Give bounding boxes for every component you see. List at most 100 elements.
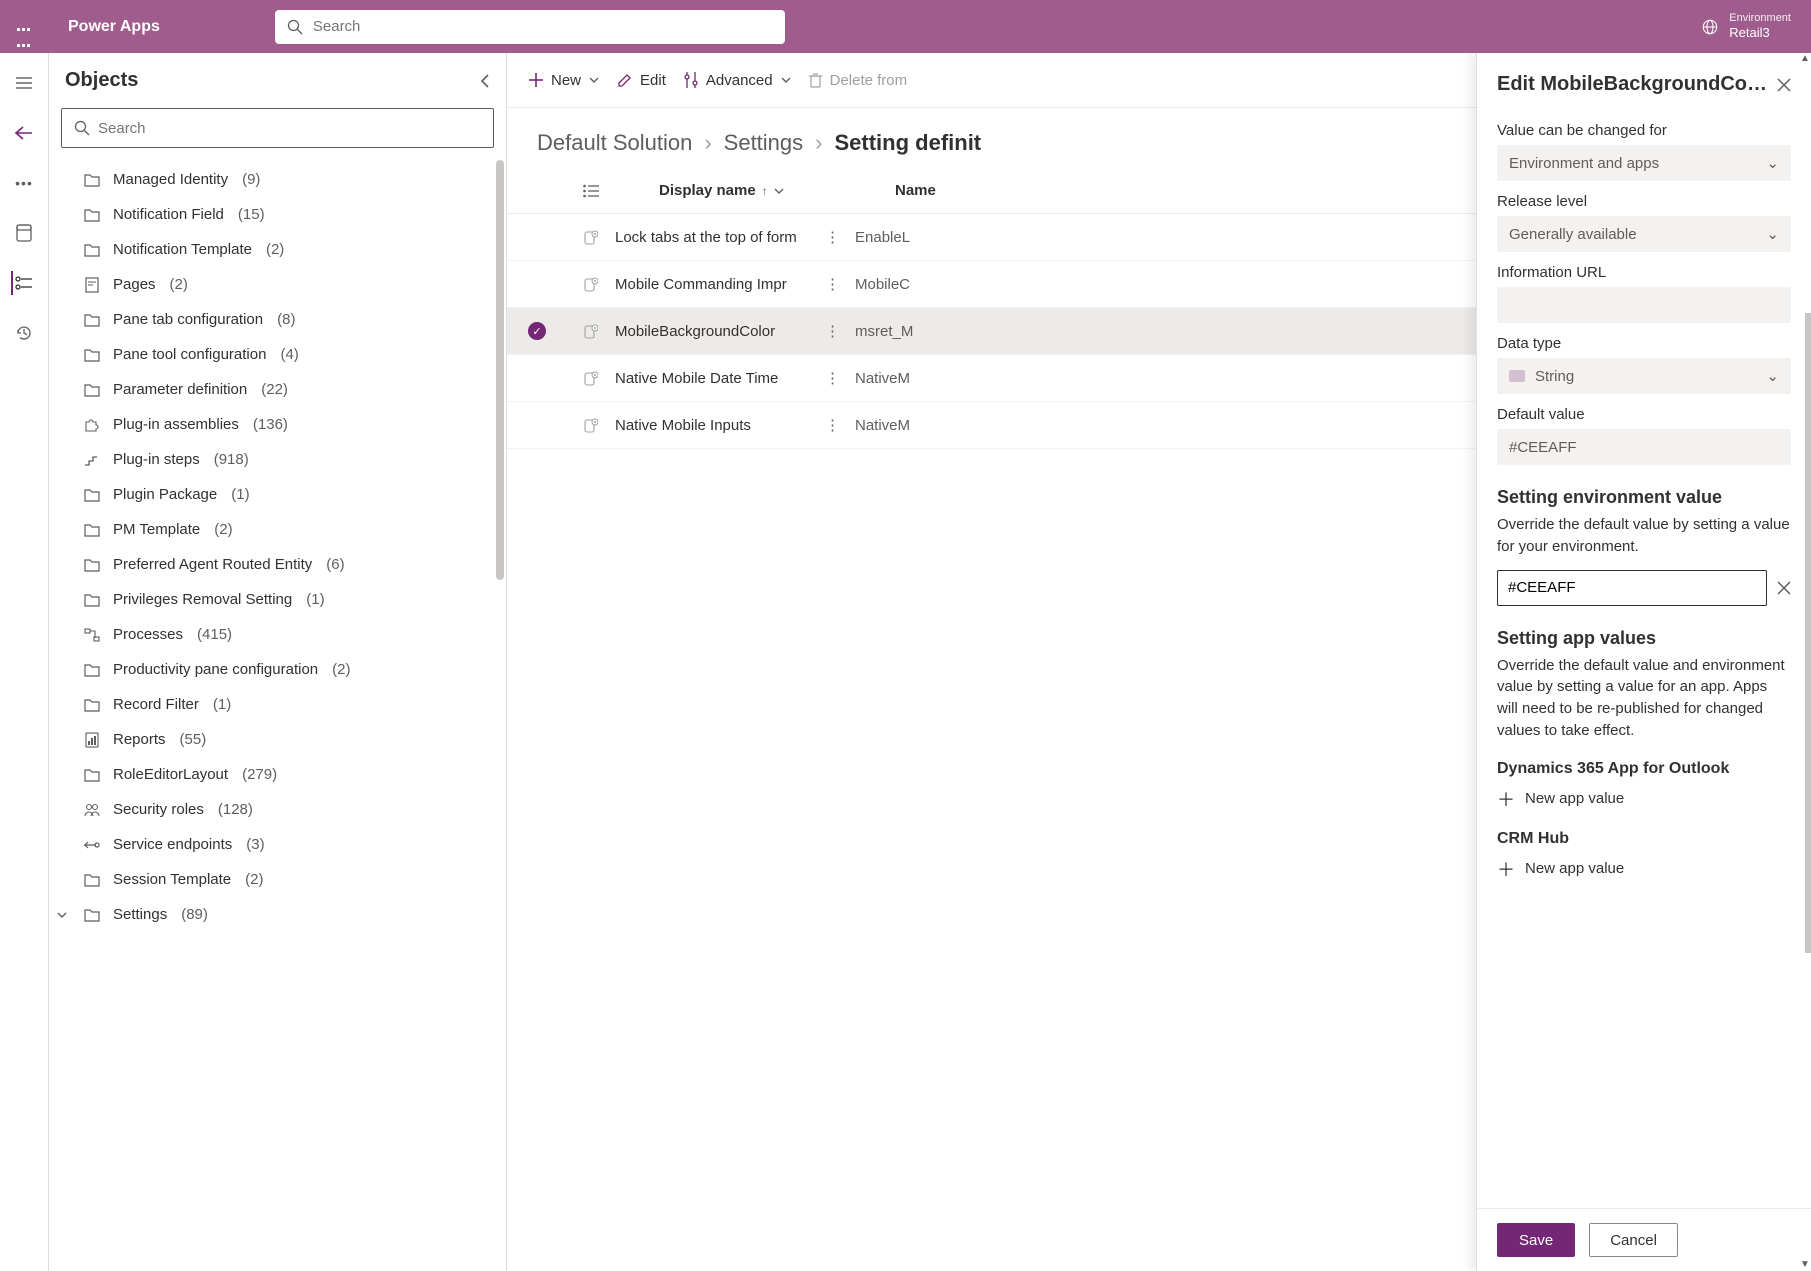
rail-objects[interactable]	[11, 271, 35, 295]
tree-item[interactable]: Plug-in steps (918)	[79, 442, 502, 477]
puzzle-icon	[83, 417, 101, 433]
edit-button[interactable]: Edit	[617, 72, 666, 89]
plus-icon	[529, 73, 543, 87]
tree-item-count: (136)	[253, 416, 288, 433]
tree-item[interactable]: Pages (2)	[79, 267, 502, 302]
drawer-scrollbar[interactable]	[1805, 313, 1811, 953]
tree-item[interactable]: Service endpoints (3)	[79, 827, 502, 862]
new-button[interactable]: New	[529, 72, 599, 89]
tree-item[interactable]: Managed Identity (9)	[79, 162, 502, 197]
tree-item-label: Notification Field	[113, 206, 224, 223]
tree-item-label: Settings	[113, 906, 167, 923]
row-more-button[interactable]: ⋮	[825, 228, 855, 246]
objects-search-input[interactable]	[98, 120, 481, 137]
tree-item[interactable]: Processes (415)	[79, 617, 502, 652]
app-launcher-button[interactable]	[0, 19, 48, 35]
tree-item[interactable]: Privileges Removal Setting (1)	[79, 582, 502, 617]
env-value-input[interactable]	[1497, 570, 1767, 606]
objects-tree[interactable]: Managed Identity (9)Notification Field (…	[49, 158, 506, 1271]
rail-menu-toggle[interactable]	[12, 71, 36, 95]
info-url-field[interactable]	[1497, 287, 1791, 323]
content-area: New Edit Advanced Delete from Default So…	[507, 53, 1811, 1271]
tree-item[interactable]: Notification Template (2)	[79, 232, 502, 267]
tree-item[interactable]: Notification Field (15)	[79, 197, 502, 232]
scroll-down-arrow[interactable]: ▼	[1799, 1259, 1811, 1271]
cancel-button[interactable]: Cancel	[1589, 1223, 1678, 1257]
chevron-right-icon: ›	[704, 130, 711, 156]
sort-asc-icon: ↑	[762, 184, 768, 198]
page-icon	[83, 277, 101, 293]
tree-item[interactable]: Pane tab configuration (8)	[79, 302, 502, 337]
ellipsis-icon: •••	[15, 175, 33, 191]
tree-item[interactable]: Productivity pane configuration (2)	[79, 652, 502, 687]
clear-env-value-button[interactable]	[1777, 581, 1791, 595]
endpoint-icon	[83, 839, 101, 851]
scroll-up-arrow[interactable]: ▲	[1799, 53, 1811, 65]
breadcrumb-settings[interactable]: Settings	[724, 130, 804, 156]
default-value-field[interactable]: #CEEAFF	[1497, 429, 1791, 465]
row-display-name: Native Mobile Date Time	[615, 370, 825, 387]
tree-item[interactable]: PM Template (2)	[79, 512, 502, 547]
rail-more[interactable]: •••	[12, 171, 36, 195]
app-title: Power Apps	[48, 18, 180, 36]
objects-search[interactable]	[61, 108, 494, 148]
tree-item-label: Plug-in steps	[113, 451, 200, 468]
tree-item[interactable]: Settings (89)	[79, 897, 502, 932]
tree-item-label: Reports	[113, 731, 166, 748]
app-values-desc: Override the default value and environme…	[1497, 655, 1791, 742]
breadcrumb-current: Setting definit	[834, 130, 981, 156]
tree-item-count: (55)	[180, 731, 207, 748]
tree-item[interactable]: Reports (55)	[79, 722, 502, 757]
release-level-select[interactable]: Generally available ⌄	[1497, 216, 1791, 252]
tree-item[interactable]: Session Template (2)	[79, 862, 502, 897]
row-more-button[interactable]: ⋮	[825, 416, 855, 434]
drawer-close-button[interactable]	[1777, 78, 1791, 92]
save-button[interactable]: Save	[1497, 1223, 1575, 1257]
row-select[interactable]: ✓	[507, 322, 567, 340]
rail-overview[interactable]	[12, 221, 36, 245]
rail-back[interactable]	[12, 121, 36, 145]
breadcrumb-root[interactable]: Default Solution	[537, 130, 692, 156]
advanced-button[interactable]: Advanced	[684, 72, 791, 89]
trash-icon	[809, 73, 822, 88]
tree-item-label: Security roles	[113, 801, 204, 818]
scrollbar-thumb[interactable]	[496, 160, 504, 580]
tree-item[interactable]: Plugin Package (1)	[79, 477, 502, 512]
data-type-select[interactable]: String ⌄	[1497, 358, 1791, 394]
column-display-name[interactable]: Display name ↑	[659, 182, 895, 199]
value-scope-select[interactable]: Environment and apps ⌄	[1497, 145, 1791, 181]
tree-item-count: (918)	[214, 451, 249, 468]
row-more-button[interactable]: ⋮	[825, 322, 855, 340]
tree-item-label: Plug-in assemblies	[113, 416, 239, 433]
tree-item-count: (3)	[246, 836, 264, 853]
environment-picker[interactable]: Environment Retail3	[1701, 12, 1791, 41]
row-more-button[interactable]: ⋮	[825, 275, 855, 293]
objects-collapse-button[interactable]	[480, 73, 490, 89]
new-app-value-button[interactable]: ＋New app value	[1497, 786, 1791, 812]
tree-item-count: (6)	[326, 556, 344, 573]
tree-item[interactable]: RoleEditorLayout (279)	[79, 757, 502, 792]
data-type-label: Data type	[1497, 335, 1791, 352]
row-more-button[interactable]: ⋮	[825, 369, 855, 387]
list-select-icon	[583, 184, 599, 198]
tree-item[interactable]: Preferred Agent Routed Entity (6)	[79, 547, 502, 582]
tree-item[interactable]: Parameter definition (22)	[79, 372, 502, 407]
tree-item-label: RoleEditorLayout	[113, 766, 228, 783]
tree-item[interactable]: Pane tool configuration (4)	[79, 337, 502, 372]
global-search-input[interactable]	[313, 18, 773, 35]
new-app-value-button[interactable]: ＋New app value	[1497, 856, 1791, 882]
tree-item[interactable]: Security roles (128)	[79, 792, 502, 827]
delete-button[interactable]: Delete from	[809, 72, 908, 89]
select-all-toggle[interactable]	[567, 184, 615, 198]
tree-item-count: (9)	[242, 171, 260, 188]
tree-item-count: (2)	[245, 871, 263, 888]
tree-item[interactable]: Plug-in assemblies (136)	[79, 407, 502, 442]
drawer-title: Edit MobileBackgroundCo…	[1497, 73, 1767, 96]
rail-history[interactable]	[12, 321, 36, 345]
global-search[interactable]	[275, 10, 785, 44]
tree-item[interactable]: Record Filter (1)	[79, 687, 502, 722]
steps-icon	[83, 453, 101, 467]
customization-icon	[567, 371, 615, 386]
folder-icon	[83, 348, 101, 362]
row-display-name: MobileBackgroundColor	[615, 323, 825, 340]
